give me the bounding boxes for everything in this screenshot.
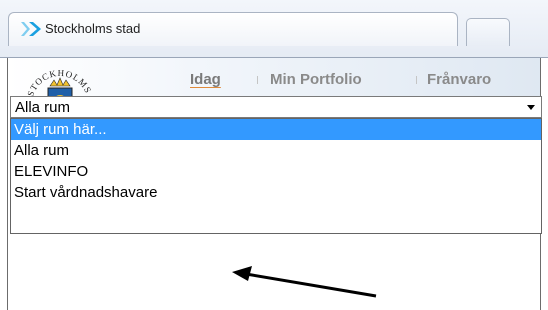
tab-title: Stockholms stad <box>45 21 141 36</box>
nav-separator <box>257 76 258 84</box>
nav-separator <box>416 76 417 84</box>
option-valj-rum[interactable]: Välj rum här... <box>11 119 541 140</box>
browser-tab[interactable]: Stockholms stad <box>8 12 458 46</box>
room-select[interactable]: Alla rum <box>10 96 542 118</box>
option-elevinfo[interactable]: ELEVINFO <box>11 161 541 182</box>
room-select-value: Alla rum <box>15 99 71 116</box>
new-tab-button[interactable] <box>466 18 510 46</box>
nav-item-idag[interactable]: Idag <box>190 71 221 88</box>
double-chevron-icon <box>21 22 41 36</box>
option-alla-rum[interactable]: Alla rum <box>11 140 541 161</box>
annotation-arrow-icon <box>232 266 377 298</box>
nav-item-min-portfolio[interactable]: Min Portfolio <box>270 71 362 88</box>
chevron-down-icon[interactable] <box>527 105 535 110</box>
option-start-vardnadshavare[interactable]: Start vårdnadshavare <box>11 182 541 203</box>
nav-item-franvaro[interactable]: Frånvaro <box>427 71 491 88</box>
browser-tab-strip: Stockholms stad <box>0 0 548 58</box>
room-select-dropdown: Välj rum här... Alla rum ELEVINFO Start … <box>10 118 542 234</box>
